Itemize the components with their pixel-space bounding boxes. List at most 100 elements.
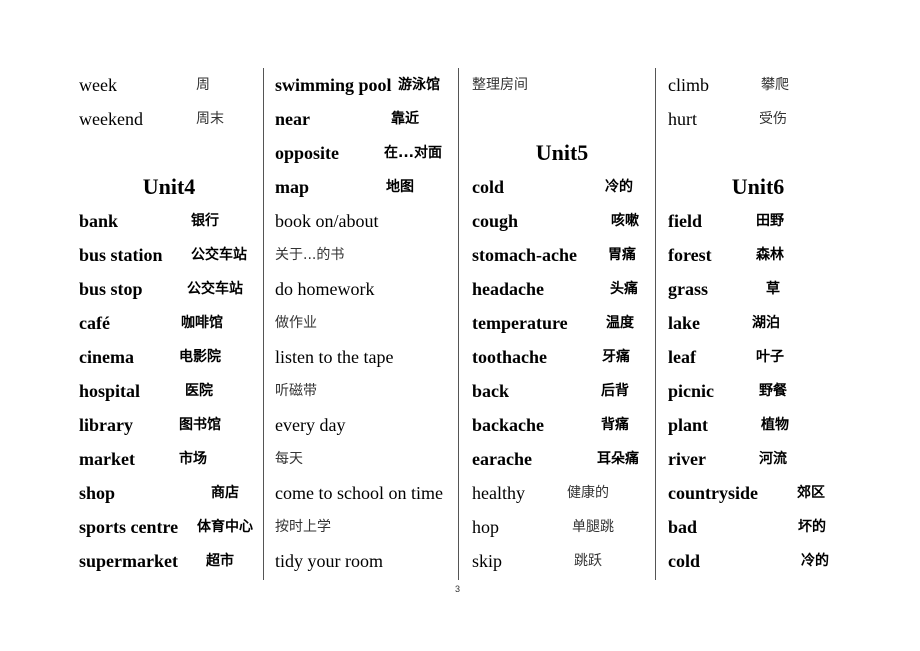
phrase-entry: listen to the tape <box>275 340 455 374</box>
blank-row <box>79 136 259 170</box>
vocab-entry: opposite 在...对面 <box>275 136 455 170</box>
english-word: cinema <box>79 347 134 367</box>
vocab-entry: lake 湖泊 <box>668 306 848 340</box>
vocab-entry: cinema 电影院 <box>79 340 259 374</box>
vocab-entry: week 周 <box>79 68 259 102</box>
english-word: week <box>79 75 117 95</box>
english-word: bus stop <box>79 279 143 299</box>
english-phrase: listen to the tape <box>275 347 394 367</box>
chinese-translation: 森林 <box>756 247 784 263</box>
english-word: river <box>668 449 706 469</box>
vocab-entry: bus station 公交车站 <box>79 238 259 272</box>
vocab-entry: earache 耳朵痛 <box>472 442 652 476</box>
chinese-translation: 背痛 <box>601 417 629 433</box>
column-divider <box>458 68 459 580</box>
english-word: back <box>472 381 510 401</box>
chinese-phrase: 每天 <box>275 451 303 467</box>
english-word: toothache <box>472 347 547 367</box>
english-word: temperature <box>472 313 568 333</box>
english-phrase: come to school on time <box>275 483 443 503</box>
english-word: cold <box>472 177 505 197</box>
vocab-entry: hospital 医院 <box>79 374 259 408</box>
vocab-entry: library 图书馆 <box>79 408 259 442</box>
chinese-translation: 冷的 <box>605 179 633 195</box>
unit-heading-row: Unit6 <box>668 170 848 204</box>
english-phrase: book on/about <box>275 211 379 231</box>
chinese-translation: 河流 <box>759 451 787 467</box>
vocab-entry: forest 森林 <box>668 238 848 272</box>
chinese-translation: 牙痛 <box>602 349 630 365</box>
chinese-translation: 郊区 <box>797 485 825 501</box>
vocab-entry: hurt 受伤 <box>668 102 848 136</box>
english-word: map <box>275 177 310 197</box>
english-word: opposite <box>275 143 340 163</box>
vocab-entry: bank 银行 <box>79 204 259 238</box>
english-word: backache <box>472 415 544 435</box>
phrase-translation: 听磁带 <box>275 374 455 408</box>
english-word: headache <box>472 279 544 299</box>
chinese-translation: 攀爬 <box>761 77 789 93</box>
vocab-entry: supermarket 超市 <box>79 544 259 578</box>
chinese-translation: 体育中心 <box>197 519 253 535</box>
vocab-entry: plant 植物 <box>668 408 848 442</box>
english-word: lake <box>668 313 701 333</box>
phrase-entry: every day <box>275 408 455 442</box>
vocab-entry: shop 商店 <box>79 476 259 510</box>
vocab-entry: toothache 牙痛 <box>472 340 652 374</box>
column-divider <box>263 68 264 580</box>
vocab-entry: café 咖啡馆 <box>79 306 259 340</box>
vocab-entry: climb 攀爬 <box>668 68 848 102</box>
blank-row <box>472 102 652 136</box>
chinese-translation: 超市 <box>206 553 234 569</box>
vocab-entry: sports centre 体育中心 <box>79 510 259 544</box>
english-word: bus station <box>79 245 163 265</box>
chinese-translation: 银行 <box>191 213 219 229</box>
chinese-translation: 草 <box>766 281 780 297</box>
vocab-entry: cold 冷的 <box>668 544 848 578</box>
vocab-entry: map 地图 <box>275 170 455 204</box>
chinese-translation: 跳跃 <box>574 553 602 569</box>
chinese-phrase: 关于...的书 <box>275 247 345 263</box>
vocab-entry: headache 头痛 <box>472 272 652 306</box>
english-word: library <box>79 415 133 435</box>
chinese-translation: 咖啡馆 <box>181 315 223 331</box>
blank-row <box>668 136 848 170</box>
chinese-translation: 健康的 <box>567 485 609 501</box>
chinese-translation: 胃痛 <box>608 247 636 263</box>
english-word: weekend <box>79 109 143 129</box>
vocab-entry: back 后背 <box>472 374 652 408</box>
chinese-translation: 公交车站 <box>191 247 247 263</box>
english-word: swimming pool <box>275 75 392 95</box>
vocab-entry: market 市场 <box>79 442 259 476</box>
english-word: forest <box>668 245 712 265</box>
chinese-translation: 后背 <box>601 383 629 399</box>
vocab-entry: countryside 郊区 <box>668 476 848 510</box>
chinese-translation: 商店 <box>211 485 239 501</box>
english-phrase: do homework <box>275 279 375 299</box>
phrase-translation: 做作业 <box>275 306 455 340</box>
vocab-entry: hop 单腿跳 <box>472 510 652 544</box>
english-word: near <box>275 109 310 129</box>
chinese-translation: 公交车站 <box>187 281 243 297</box>
vocab-entry: near 靠近 <box>275 102 455 136</box>
english-word: shop <box>79 483 116 503</box>
vocab-entry: leaf 叶子 <box>668 340 848 374</box>
vocab-entry: weekend 周末 <box>79 102 259 136</box>
english-phrase: tidy your room <box>275 551 383 571</box>
english-word: grass <box>668 279 708 299</box>
vocab-entry: picnic 野餐 <box>668 374 848 408</box>
phrase-translation: 每天 <box>275 442 455 476</box>
vocab-entry: bad 坏的 <box>668 510 848 544</box>
chinese-translation: 图书馆 <box>179 417 221 433</box>
vocab-entry: temperature 温度 <box>472 306 652 340</box>
chinese-translation: 植物 <box>761 417 789 433</box>
vocab-entry: bus stop 公交车站 <box>79 272 259 306</box>
vocab-entry: healthy 健康的 <box>472 476 652 510</box>
english-phrase: every day <box>275 415 346 435</box>
english-word: healthy <box>472 483 525 503</box>
vocab-entry: skip 跳跃 <box>472 544 652 578</box>
english-word: stomach-ache <box>472 245 577 265</box>
english-word: skip <box>472 551 503 571</box>
column-divider <box>655 68 656 580</box>
chinese-translation: 靠近 <box>391 111 419 127</box>
